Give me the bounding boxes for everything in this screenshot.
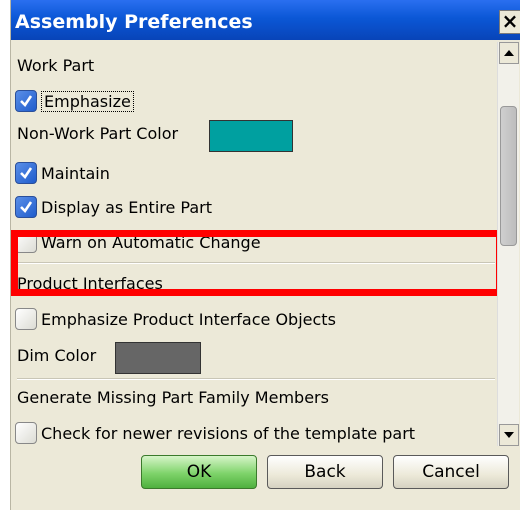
close-button[interactable]: × (499, 10, 520, 34)
scroll-thumb[interactable] (500, 106, 517, 246)
work-part-section-label: Work Part (17, 56, 95, 75)
non-work-part-color-label: Non-Work Part Color (17, 124, 179, 143)
arrow-up-icon (504, 50, 514, 56)
part-family-section-label: Generate Missing Part Family Members (17, 388, 329, 407)
vertical-scrollbar[interactable] (497, 42, 519, 446)
scroll-down-button[interactable] (499, 424, 519, 446)
cancel-button-label: Cancel (422, 462, 480, 482)
emphasize-checkbox-row[interactable]: Emphasize (15, 88, 134, 114)
title-bar: Assembly Preferences × (11, 0, 520, 40)
cancel-button[interactable]: Cancel (393, 455, 509, 489)
checkmark-icon (20, 167, 33, 180)
dim-color-swatch[interactable] (115, 342, 201, 374)
maintain-label: Maintain (41, 163, 110, 183)
checkmark-icon (20, 201, 33, 214)
emphasize-product-interface-checkbox-row[interactable]: Emphasize Product Interface Objects (15, 306, 336, 332)
dialog-title: Assembly Preferences (15, 11, 253, 33)
checkmark-icon (20, 95, 33, 108)
back-button[interactable]: Back (267, 455, 383, 489)
maintain-checkbox-row[interactable]: Maintain (15, 160, 110, 186)
display-entire-part-checkbox[interactable] (15, 196, 37, 218)
ok-button[interactable]: OK (141, 455, 257, 489)
non-work-part-color-swatch[interactable] (209, 120, 293, 152)
emphasize-checkbox[interactable] (15, 90, 37, 112)
dim-color-label: Dim Color (17, 346, 97, 365)
maintain-checkbox[interactable] (15, 162, 37, 184)
back-button-label: Back (304, 462, 346, 482)
emphasize-product-interface-label: Emphasize Product Interface Objects (41, 309, 336, 329)
check-newer-revisions-checkbox[interactable] (15, 422, 37, 444)
highlight-box (11, 230, 503, 296)
close-icon: × (501, 9, 519, 33)
scroll-up-button[interactable] (499, 42, 519, 64)
display-entire-part-checkbox-row[interactable]: Display as Entire Part (15, 194, 212, 220)
check-newer-revisions-checkbox-row[interactable]: Check for newer revisions of the templat… (15, 420, 415, 446)
arrow-down-icon (504, 432, 514, 438)
display-entire-part-label: Display as Entire Part (41, 197, 212, 217)
ok-button-label: OK (186, 462, 212, 482)
separator (17, 378, 495, 380)
emphasize-product-interface-checkbox[interactable] (15, 308, 37, 330)
check-newer-revisions-label: Check for newer revisions of the templat… (41, 423, 416, 443)
assembly-preferences-dialog: Assembly Preferences × Work Part Emphasi… (10, 0, 520, 510)
emphasize-label: Emphasize (41, 90, 134, 112)
